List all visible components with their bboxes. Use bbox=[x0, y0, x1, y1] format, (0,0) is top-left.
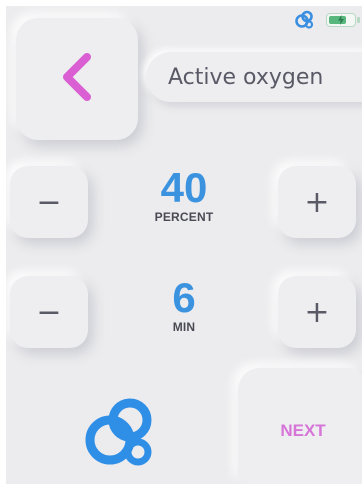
percent-decrease-button[interactable]: − bbox=[10, 166, 88, 238]
minutes-decrease-button[interactable]: − bbox=[10, 276, 88, 348]
minus-icon: − bbox=[36, 294, 62, 330]
minus-icon: − bbox=[36, 184, 62, 220]
next-label: NEXT bbox=[280, 421, 326, 440]
battery-charging-icon bbox=[326, 13, 360, 27]
charging-bolt-icon bbox=[327, 14, 355, 26]
mode-label: Active oxygen bbox=[168, 64, 324, 90]
linked-circles-icon bbox=[294, 10, 316, 30]
minutes-increase-button[interactable]: + bbox=[278, 276, 356, 348]
minutes-value: 6 bbox=[172, 274, 196, 321]
back-button[interactable] bbox=[16, 18, 138, 140]
percent-unit-label: PERCENT bbox=[154, 210, 214, 224]
percent-value-display: 40 PERCENT bbox=[114, 164, 254, 225]
minutes-unit-label: MIN bbox=[172, 320, 196, 334]
linked-circles-logo-icon bbox=[80, 394, 164, 478]
next-button[interactable]: NEXT bbox=[238, 368, 362, 484]
percent-increase-button[interactable]: + bbox=[278, 166, 356, 238]
minutes-value-display: 6 MIN bbox=[114, 274, 254, 335]
chevron-left-icon bbox=[57, 51, 97, 107]
percent-value: 40 bbox=[160, 164, 208, 211]
plus-icon: + bbox=[304, 184, 330, 220]
plus-icon: + bbox=[304, 294, 330, 330]
status-bar bbox=[294, 10, 360, 30]
mode-label-pill: Active oxygen bbox=[146, 52, 362, 102]
device-screen: Active oxygen − 40 PERCENT + − 6 MIN + N… bbox=[6, 6, 362, 484]
